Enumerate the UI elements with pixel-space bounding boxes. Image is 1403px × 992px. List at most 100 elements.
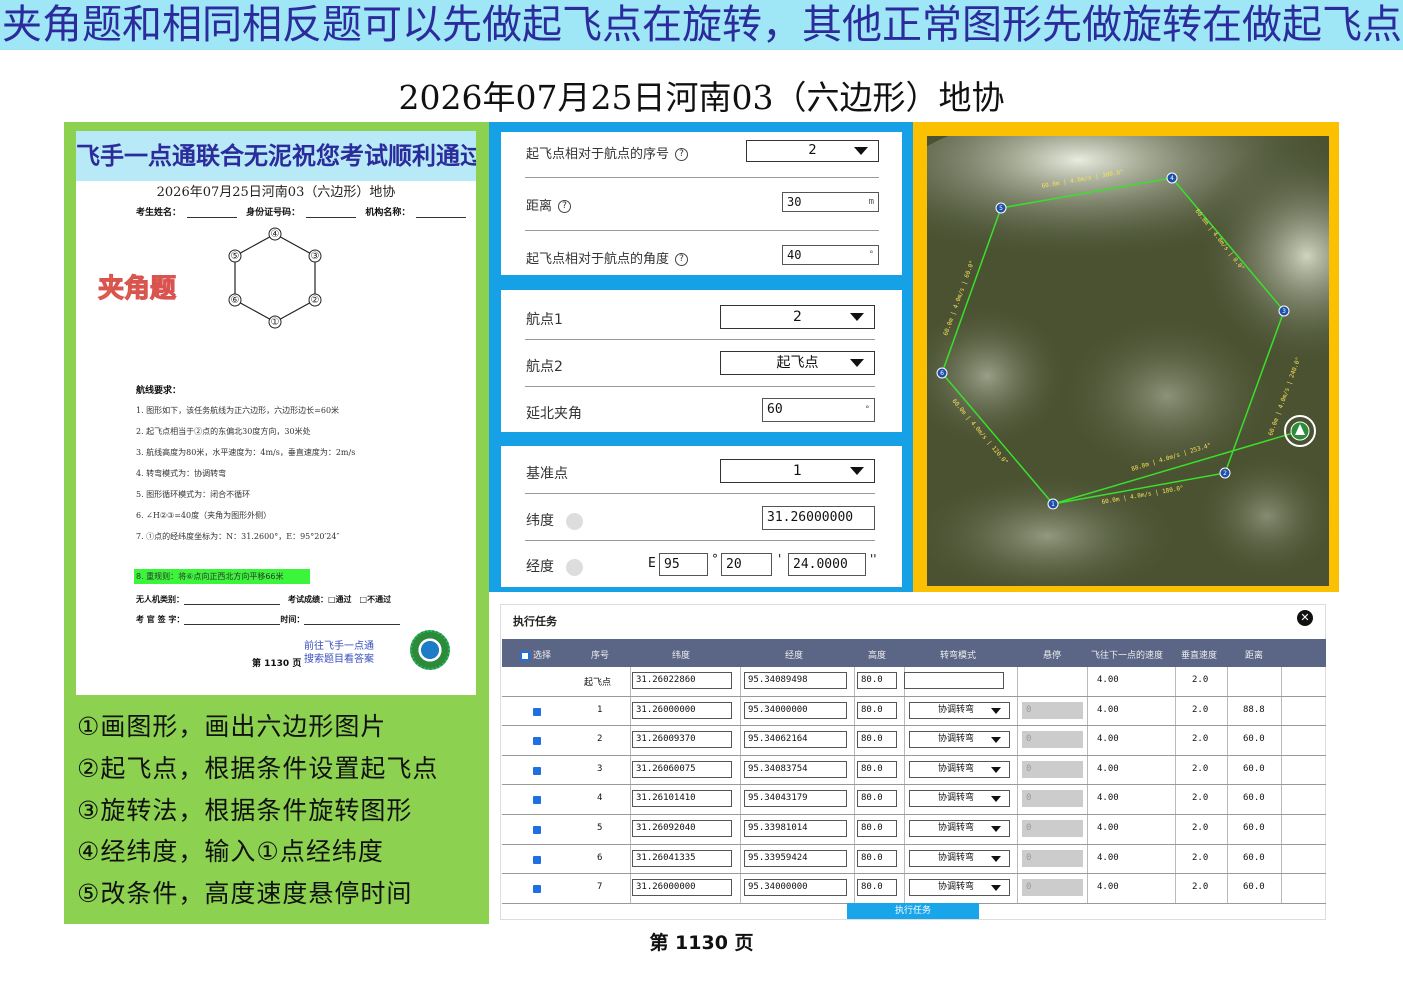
lon-deg-input[interactable]: 95 — [659, 553, 708, 576]
table-row[interactable]: 7 31.26000000 95.34000000 80.0 协调转弯 0 4.00 2.0 6… — [502, 874, 1326, 904]
row-turn-select[interactable]: 协调转弯 — [909, 849, 1010, 867]
table-row[interactable]: 2 31.26009370 95.34062164 80.0 协调转弯 0 4.00 2.0 6… — [502, 726, 1326, 756]
row-lat-input[interactable]: 31.26092040 — [632, 820, 732, 837]
row-lat-input[interactable]: 31.26009370 — [632, 731, 732, 749]
row-lon-input[interactable]: 95.33981014 — [744, 820, 847, 837]
row-turn-select[interactable]: 协调转弯 — [909, 731, 1010, 749]
row-lon-input[interactable]: 95.34089498 — [744, 672, 847, 689]
row-checkbox[interactable] — [533, 737, 541, 746]
row-hover-input[interactable]: 0 — [1022, 790, 1083, 808]
row-lat-input[interactable]: 31.26041335 — [632, 849, 732, 867]
paper-fields: 考生姓名： 身份证号码： 机构名称： — [136, 205, 472, 218]
row-lat-input[interactable]: 31.26101410 — [632, 790, 732, 808]
row-checkbox[interactable] — [533, 796, 541, 805]
takeoff-angle-input[interactable]: 40 ° — [782, 245, 879, 265]
row-checkbox[interactable] — [533, 766, 541, 775]
deg-symbol: ° — [712, 552, 718, 566]
close-icon[interactable]: ✕ — [1297, 610, 1313, 626]
table-row[interactable]: 6 31.26041335 95.33959424 80.0 协调转弯 0 4.00 2.0 6… — [502, 844, 1326, 875]
row-lat-input[interactable]: 31.26022860 — [632, 672, 732, 689]
row-lat-input[interactable]: 31.26060075 — [632, 760, 732, 778]
page-title: 2026年07月25日河南03（六边形）地协 — [398, 78, 1005, 117]
row-alt-input[interactable]: 80.0 — [857, 790, 897, 808]
base-point-select[interactable]: 1 — [720, 459, 875, 483]
row-alt-input[interactable]: 80.0 — [857, 672, 897, 689]
chevron-down-icon — [850, 359, 864, 367]
qr-code-icon — [410, 630, 450, 670]
row-hover-input[interactable]: 0 — [1022, 760, 1083, 778]
requirement-3: 3. 航线高度为80米，水平速度为：4m/s，垂直速度为：2m/s — [136, 448, 356, 457]
coordinate-card: 基准点 1 纬度 31.26000000 经度 E 95 ° 20 ' 24.0… — [501, 446, 902, 587]
row-hover-input[interactable]: 0 — [1022, 731, 1083, 749]
table-row[interactable]: 5 31.26092040 95.33981014 80.0 协调转弯 0 4.00 2.0 6… — [502, 815, 1326, 845]
waypoint-4[interactable]: 4 — [1170, 175, 1174, 182]
row-turn-select[interactable]: 协调转弯 — [909, 790, 1010, 808]
step-4: ④经纬度，输入①点经纬度 — [77, 837, 384, 866]
waypoint1-select[interactable]: 2 — [720, 305, 875, 329]
row-alt-input[interactable]: 80.0 — [857, 820, 897, 837]
waypoint2-select[interactable]: 起飞点 — [720, 351, 875, 375]
waypoint-2[interactable]: 2 — [1223, 470, 1227, 477]
lon-sec-input[interactable]: 24.0000 — [788, 553, 866, 576]
row-hover-input[interactable]: 0 — [1022, 701, 1083, 719]
page-footer: 第 1130 页 — [649, 932, 754, 954]
row-lon-input[interactable]: 95.34043179 — [744, 790, 847, 808]
row-lon-input[interactable]: 95.34083754 — [744, 760, 847, 778]
hex-label-5: ⑤ — [231, 251, 240, 262]
row-hover-input[interactable]: 0 — [1022, 820, 1083, 837]
row-vspeed: 2.0 — [1192, 882, 1209, 893]
row-checkbox[interactable] — [533, 707, 541, 716]
takeoff-seq-select[interactable]: 2 — [746, 140, 879, 162]
row-lon-input[interactable]: 95.34000000 — [744, 879, 847, 897]
row-hover-input[interactable]: 0 — [1022, 849, 1083, 867]
chevron-down-icon — [991, 796, 1001, 803]
row-lon-input[interactable]: 95.33959424 — [744, 849, 847, 867]
waypoint-3[interactable]: 3 — [1282, 308, 1286, 315]
row-lon-input[interactable]: 95.34062164 — [744, 731, 847, 749]
row-alt-input[interactable]: 80.0 — [857, 760, 897, 778]
latitude-input[interactable]: 31.26000000 — [762, 506, 875, 530]
help-icon[interactable]: ? — [558, 200, 572, 213]
row-alt-input[interactable]: 80.0 — [857, 879, 897, 897]
row-checkbox[interactable] — [533, 826, 541, 834]
uav-category: 无人机类别： 考试成绩：□通过 □不通过 — [136, 595, 392, 605]
table-header: 选择 序号 纬度 经度 高度 转弯模式 悬停 飞往下一点的速度 垂直速度 距离 — [502, 639, 1326, 667]
row-speed: 4.00 — [1097, 734, 1119, 745]
row-lat-input[interactable]: 31.26000000 — [632, 701, 732, 719]
row-lat-input[interactable]: 31.26000000 — [632, 879, 732, 897]
north-angle-input[interactable]: 60 ° — [762, 398, 875, 422]
lon-prefix: E — [648, 556, 656, 571]
lon-min-input[interactable]: 20 — [721, 553, 772, 576]
requirement-1: 1. 图形如下，该任务航线为正六边形，六边形边长=60米 — [136, 406, 340, 415]
distance-label: 距离? — [526, 195, 572, 214]
row-turn-empty[interactable] — [904, 672, 1004, 689]
row-turn-select[interactable]: 协调转弯 — [909, 879, 1010, 897]
row-alt-input[interactable]: 80.0 — [857, 731, 897, 749]
distance-input[interactable]: 30 m — [782, 192, 879, 212]
waypoint-6[interactable]: 6 — [940, 370, 944, 377]
row-alt-input[interactable]: 80.0 — [857, 849, 897, 867]
hex-label-4: ④ — [271, 229, 280, 240]
row-hover-input[interactable]: 0 — [1022, 879, 1083, 897]
goto-link[interactable]: 前往飞手一点通 搜索题目看答案 — [304, 640, 374, 666]
col-lat: 纬度 — [672, 651, 691, 661]
col-vspeed: 垂直速度 — [1181, 651, 1218, 661]
row-turn-select[interactable]: 协调转弯 — [909, 760, 1010, 778]
help-icon[interactable]: ? — [675, 253, 689, 266]
satellite-map[interactable]: 60.0m | 4.0m/s | 300.0° 60.0m | 4.0m/s |… — [927, 136, 1329, 586]
row-alt-input[interactable]: 80.0 — [857, 701, 897, 719]
row-lon-input[interactable]: 95.34000000 — [744, 701, 847, 719]
row-checkbox[interactable] — [533, 885, 541, 894]
waypoint-1[interactable]: 1 — [1051, 501, 1055, 508]
table-row[interactable]: 4 31.26101410 95.34043179 80.0 协调转弯 0 4.00 2.0 6… — [502, 785, 1326, 815]
row-checkbox[interactable] — [533, 855, 541, 864]
help-icon[interactable]: ? — [675, 148, 689, 161]
table-row[interactable]: 起飞点 31.26022860 95.34089498 80.0 4.00 2.0 — [502, 667, 1326, 697]
table-row[interactable]: 3 31.26060075 95.34083754 80.0 协调转弯 0 4.00 2.0 6… — [502, 755, 1326, 786]
table-row[interactable]: 1 31.26000000 95.34000000 80.0 协调转弯 0 4.00 2.0 8… — [502, 696, 1326, 727]
execute-task-button[interactable]: 执行任务 — [847, 903, 979, 919]
select-all-checkbox[interactable]: 选择 — [520, 648, 551, 661]
row-turn-select[interactable]: 协调转弯 — [909, 701, 1010, 719]
row-turn-select[interactable]: 协调转弯 — [909, 820, 1010, 837]
waypoint-5[interactable]: 5 — [999, 205, 1003, 212]
